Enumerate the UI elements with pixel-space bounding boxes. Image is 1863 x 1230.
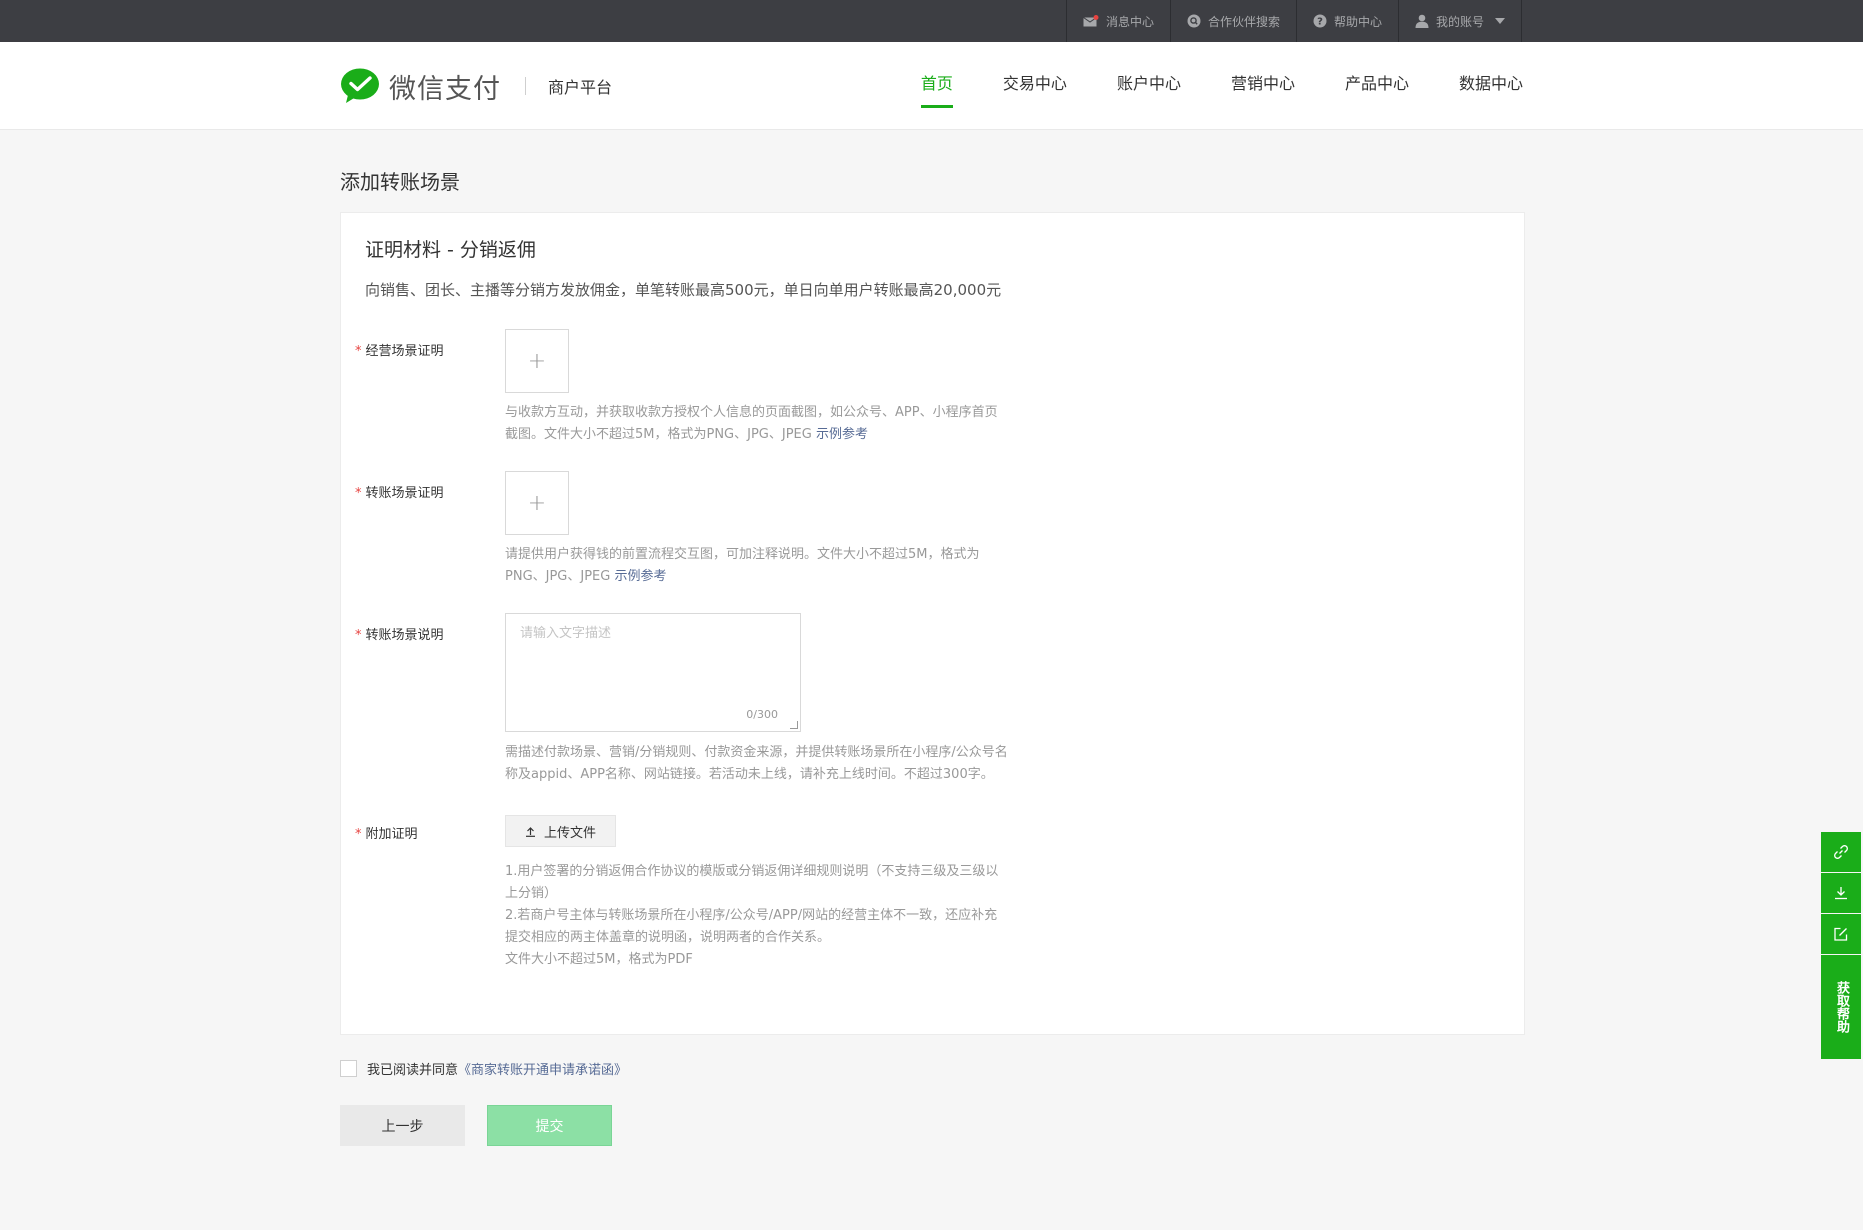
my-account-label: 我的账号	[1435, 14, 1484, 29]
resize-handle[interactable]	[790, 721, 798, 729]
svg-text:?: ?	[1317, 17, 1323, 28]
upload-icon	[525, 826, 535, 837]
nav-trade-center[interactable]: 交易中心	[1003, 70, 1067, 110]
plus-icon: +	[527, 348, 547, 374]
get-help-button[interactable]: 获取帮助	[1821, 955, 1861, 1059]
extra-proof-label: * 附加证明	[355, 827, 418, 842]
upload-file-button[interactable]: 上传文件	[505, 815, 616, 847]
logo[interactable]: 微信支付 商户平台	[340, 66, 612, 106]
agreement-link[interactable]: 《商家转账开通申请承诺函》	[458, 1059, 627, 1078]
transfer-proof-upload[interactable]: +	[505, 471, 569, 535]
search-icon	[1187, 14, 1201, 28]
agreement-checkbox[interactable]	[340, 1060, 357, 1077]
required-mark: *	[355, 486, 362, 501]
main-nav: 首页 交易中心 账户中心 营销中心 产品中心 数据中心	[871, 70, 1523, 110]
link-icon	[1834, 845, 1848, 859]
link-button[interactable]	[1821, 832, 1861, 872]
download-button[interactable]	[1821, 873, 1861, 913]
transfer-proof-hint: 请提供用户获得钱的前置流程交互图，可加注释说明。文件大小不超过5M，格式为 PN…	[505, 547, 980, 584]
logo-divider	[525, 77, 526, 95]
char-counter: 0/300	[746, 708, 778, 721]
transfer-proof-example-link[interactable]: 示例参考	[615, 569, 667, 584]
agreement-row: 我已阅读并同意 《商家转账开通申请承诺函》	[340, 1059, 627, 1078]
platform-name: 商户平台	[548, 78, 613, 97]
message-center-label: 消息中心	[1105, 14, 1154, 29]
user-icon	[1415, 14, 1429, 28]
scene-proof-example-link[interactable]: 示例参考	[816, 427, 868, 442]
main-header: 微信支付 商户平台 首页 交易中心 账户中心 营销中心 产品中心 数据中心	[0, 42, 1863, 130]
plus-icon: +	[527, 490, 547, 516]
required-mark: *	[355, 344, 362, 359]
nav-marketing-center[interactable]: 营销中心	[1231, 70, 1295, 110]
mail-icon	[1083, 14, 1099, 26]
help-icon: ?	[1313, 14, 1327, 28]
nav-account-center[interactable]: 账户中心	[1117, 70, 1181, 110]
help-center-link[interactable]: ? 帮助中心	[1295, 0, 1398, 42]
partner-search-label: 合作伙伴搜索	[1207, 14, 1280, 29]
download-icon	[1835, 887, 1847, 900]
agreement-text: 我已阅读并同意	[367, 1063, 459, 1078]
transfer-desc-hint: 需描述付款场景、营销/分销规则、付款资金来源，并提供转账场景所在小程序/公众号名…	[505, 745, 1008, 782]
transfer-desc-label: * 转账场景说明	[355, 628, 444, 643]
my-account-menu[interactable]: 我的账号	[1397, 0, 1522, 42]
required-mark: *	[355, 827, 362, 842]
top-bar-menu: 消息中心 合作伙伴搜索 ? 帮助中心 我的账号	[1065, 0, 1522, 42]
card-description: 向销售、团长、主播等分销方发放佣金，单笔转账最高500元，单日向单用户转账最高2…	[365, 281, 1002, 299]
extra-proof-hint: 1.用户签署的分销返佣合作协议的模版或分销返佣详细规则说明（不支持三级及三级以 …	[505, 864, 999, 967]
floating-sidebar: 获取帮助	[1821, 832, 1861, 1059]
top-bar: 消息中心 合作伙伴搜索 ? 帮助中心 我的账号	[0, 0, 1863, 42]
partner-search-link[interactable]: 合作伙伴搜索	[1169, 0, 1296, 42]
form-card: 证明材料 - 分销返佣 向销售、团长、主播等分销方发放佣金，单笔转账最高500元…	[340, 212, 1525, 1035]
edit-button[interactable]	[1821, 914, 1861, 954]
submit-button[interactable]: 提交	[487, 1105, 612, 1146]
help-center-label: 帮助中心	[1333, 14, 1382, 29]
card-title: 证明材料 - 分销返佣	[365, 239, 536, 261]
scene-proof-upload[interactable]: +	[505, 329, 569, 393]
page-title: 添加转账场景	[340, 170, 460, 194]
chevron-down-icon	[1495, 18, 1505, 24]
logo-text: 微信支付	[389, 73, 501, 105]
transfer-proof-label: * 转账场景证明	[355, 486, 444, 501]
nav-home[interactable]: 首页	[920, 70, 953, 110]
transfer-desc-field: 0/300	[505, 613, 801, 732]
prev-step-button[interactable]: 上一步	[340, 1105, 465, 1146]
nav-data-center[interactable]: 数据中心	[1459, 70, 1523, 110]
edit-icon	[1834, 927, 1848, 941]
wechat-pay-logo-icon	[341, 68, 379, 103]
required-mark: *	[355, 628, 362, 643]
scene-proof-hint: 与收款方互动，并获取收款方授权个人信息的页面截图，如公众号、APP、小程序首页 …	[505, 405, 998, 442]
scene-proof-label: * 经营场景证明	[355, 344, 444, 359]
nav-product-center[interactable]: 产品中心	[1345, 70, 1409, 110]
upload-file-label: 上传文件	[543, 825, 596, 841]
message-center-link[interactable]: 消息中心	[1065, 0, 1170, 42]
